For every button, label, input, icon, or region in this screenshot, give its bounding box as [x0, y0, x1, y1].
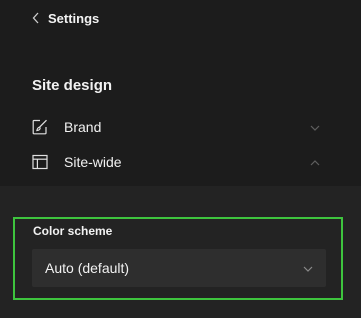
chevron-down-icon: [302, 262, 314, 274]
back-to-settings-button[interactable]: Settings: [32, 9, 99, 27]
nav-item-brand[interactable]: Brand: [31, 115, 331, 139]
nav-item-brand-label: Brand: [64, 119, 102, 135]
brush-icon: [31, 118, 49, 136]
back-label: Settings: [48, 10, 100, 26]
color-scheme-label: Color scheme: [33, 224, 113, 238]
nav-item-site-wide-label: Site-wide: [64, 154, 122, 170]
chevron-left-icon: [32, 11, 44, 25]
color-scheme-dropdown[interactable]: Auto (default): [32, 249, 326, 287]
chevron-up-icon: [309, 156, 321, 168]
chevron-down-icon: [309, 121, 321, 133]
section-title: Site design: [32, 77, 113, 94]
nav-item-site-wide[interactable]: Site-wide: [31, 150, 331, 174]
settings-panel: Settings Site design Brand Site-wide: [0, 0, 361, 186]
layout-icon: [31, 153, 49, 171]
color-scheme-value: Auto (default): [45, 260, 130, 276]
